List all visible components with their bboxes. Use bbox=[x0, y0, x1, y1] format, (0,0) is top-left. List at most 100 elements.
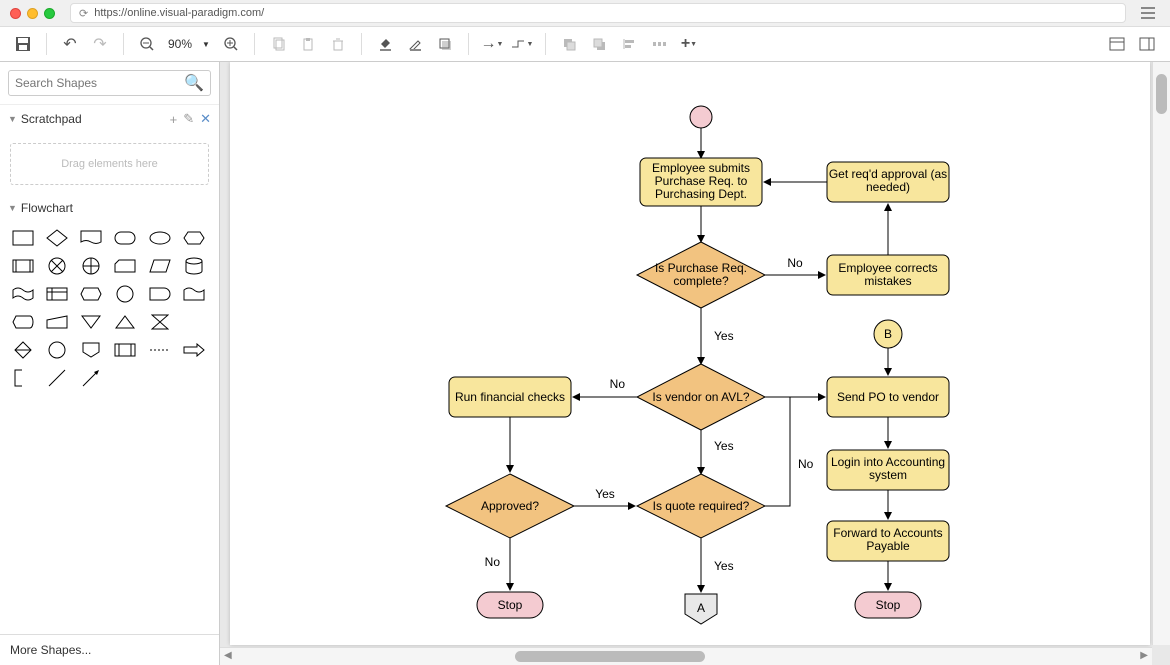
shape-predefined[interactable] bbox=[10, 255, 36, 277]
delete-button[interactable] bbox=[325, 31, 351, 57]
zoom-in-icon bbox=[224, 37, 238, 51]
url-bar[interactable]: ⟳ https://online.visual-paradigm.com/ bbox=[70, 3, 1126, 23]
window-titlebar: ⟳ https://online.visual-paradigm.com/ bbox=[0, 0, 1170, 27]
redo-button[interactable]: ↷ bbox=[87, 31, 113, 57]
connection-style-button[interactable]: →▼ bbox=[479, 31, 505, 57]
maximize-window-button[interactable] bbox=[44, 8, 55, 19]
copy-button[interactable] bbox=[265, 31, 291, 57]
shape-search-input[interactable] bbox=[15, 76, 184, 90]
add-button[interactable]: +▼ bbox=[676, 31, 702, 57]
edge-label: No bbox=[610, 377, 626, 391]
shape-hexagon[interactable] bbox=[181, 227, 207, 249]
shape-line[interactable] bbox=[44, 367, 70, 389]
close-scratch-icon[interactable]: ✕ bbox=[200, 111, 211, 127]
shape-arrow[interactable] bbox=[181, 339, 207, 361]
waypoint-icon bbox=[510, 37, 526, 51]
shape-ellipse[interactable] bbox=[147, 227, 173, 249]
shape-terminator[interactable] bbox=[112, 227, 138, 249]
vertical-scrollbar[interactable] bbox=[1152, 62, 1170, 645]
canvas[interactable]: Employee submitsPurchase Req. toPurchasi… bbox=[230, 62, 1150, 645]
shape-collate[interactable] bbox=[147, 311, 173, 333]
edge-label: No bbox=[787, 256, 803, 270]
waypoint-button[interactable]: ▼ bbox=[509, 31, 535, 57]
undo-button[interactable]: ↶ bbox=[57, 31, 83, 57]
shape-merge[interactable] bbox=[78, 311, 104, 333]
shape-circle2[interactable] bbox=[44, 339, 70, 361]
format-panel-button[interactable] bbox=[1104, 31, 1130, 57]
save-button[interactable] bbox=[10, 31, 36, 57]
shape-or[interactable] bbox=[78, 255, 104, 277]
vscroll-thumb[interactable] bbox=[1156, 74, 1167, 114]
shape-annotation[interactable] bbox=[10, 367, 36, 389]
edge-label: Yes bbox=[595, 487, 615, 501]
zoom-out-icon bbox=[140, 37, 154, 51]
zoom-in-button[interactable] bbox=[218, 31, 244, 57]
close-window-button[interactable] bbox=[10, 8, 21, 19]
tofront-button[interactable] bbox=[556, 31, 582, 57]
node-start[interactable] bbox=[690, 106, 712, 128]
add-scratch-icon[interactable]: + bbox=[170, 112, 178, 127]
hscroll-thumb[interactable] bbox=[515, 651, 705, 662]
shape-circle[interactable] bbox=[112, 283, 138, 305]
pen-icon bbox=[408, 37, 422, 51]
shape-offpage[interactable] bbox=[78, 339, 104, 361]
flowchart-header[interactable]: ▼ Flowchart bbox=[0, 195, 219, 221]
paste-button[interactable] bbox=[295, 31, 321, 57]
shape-arrow-line[interactable] bbox=[78, 367, 104, 389]
shape-parallelogram[interactable] bbox=[147, 255, 173, 277]
window-controls bbox=[10, 8, 55, 19]
menu-hamburger-icon[interactable] bbox=[1136, 7, 1160, 19]
fill-color-button[interactable] bbox=[372, 31, 398, 57]
shape-card[interactable] bbox=[112, 255, 138, 277]
shape-cylinder[interactable] bbox=[181, 255, 207, 277]
shape-tape[interactable] bbox=[10, 283, 36, 305]
shape-display[interactable] bbox=[10, 311, 36, 333]
scratchpad-header[interactable]: ▼ Scratchpad + ✎ ✕ bbox=[0, 105, 219, 133]
edge-label: Yes bbox=[714, 439, 734, 453]
node-stop2-label: Stop bbox=[876, 598, 901, 612]
horizontal-scrollbar[interactable]: ◀ ▶ bbox=[220, 647, 1152, 665]
outline-panel-button[interactable] bbox=[1134, 31, 1160, 57]
scratchpad-label: Scratchpad bbox=[21, 112, 82, 126]
shadow-button[interactable] bbox=[432, 31, 458, 57]
shape-internal[interactable] bbox=[44, 283, 70, 305]
zoom-out-button[interactable] bbox=[134, 31, 160, 57]
scratchpad-hint: Drag elements here bbox=[61, 158, 158, 170]
shape-punched[interactable] bbox=[181, 283, 207, 305]
edge-label: Yes bbox=[714, 329, 734, 343]
search-icon[interactable]: 🔍 bbox=[184, 73, 204, 93]
zoom-level[interactable]: 90%▼ bbox=[164, 37, 214, 51]
node-stop1-label: Stop bbox=[498, 598, 523, 612]
shape-stored[interactable] bbox=[112, 339, 138, 361]
shape-delay[interactable] bbox=[147, 283, 173, 305]
hscroll-right-arrow[interactable]: ▶ bbox=[1140, 650, 1148, 661]
flowchart-diagram[interactable]: Employee submitsPurchase Req. toPurchasi… bbox=[230, 62, 1150, 645]
shape-search[interactable]: 🔍 bbox=[8, 70, 211, 96]
shape-sort[interactable] bbox=[10, 339, 36, 361]
url-text: https://online.visual-paradigm.com/ bbox=[94, 7, 264, 19]
shape-rect[interactable] bbox=[10, 227, 36, 249]
scratchpad-dropzone[interactable]: Drag elements here bbox=[10, 143, 209, 185]
distribute-icon bbox=[652, 37, 666, 51]
shadow-icon bbox=[438, 37, 452, 51]
shape-manual-input[interactable] bbox=[44, 311, 70, 333]
shape-extract[interactable] bbox=[112, 311, 138, 333]
shape-nocircle[interactable] bbox=[44, 255, 70, 277]
edit-scratch-icon[interactable]: ✎ bbox=[183, 111, 194, 127]
stroke-color-button[interactable] bbox=[402, 31, 428, 57]
distribute-button[interactable] bbox=[646, 31, 672, 57]
minimize-window-button[interactable] bbox=[27, 8, 38, 19]
toback-button[interactable] bbox=[586, 31, 612, 57]
shape-diamond[interactable] bbox=[44, 227, 70, 249]
paste-icon bbox=[301, 37, 315, 51]
more-shapes-button[interactable]: More Shapes... bbox=[0, 634, 219, 665]
align-button[interactable] bbox=[616, 31, 642, 57]
hscroll-left-arrow[interactable]: ◀ bbox=[224, 650, 232, 661]
shape-transfer[interactable] bbox=[147, 339, 173, 361]
shapes-sidebar: 🔍 ▼ Scratchpad + ✎ ✕ Drag elements here … bbox=[0, 62, 220, 665]
shape-document[interactable] bbox=[78, 227, 104, 249]
reload-icon[interactable]: ⟳ bbox=[79, 7, 88, 20]
toback-icon bbox=[592, 37, 606, 51]
align-icon bbox=[622, 37, 636, 51]
shape-loop[interactable] bbox=[78, 283, 104, 305]
